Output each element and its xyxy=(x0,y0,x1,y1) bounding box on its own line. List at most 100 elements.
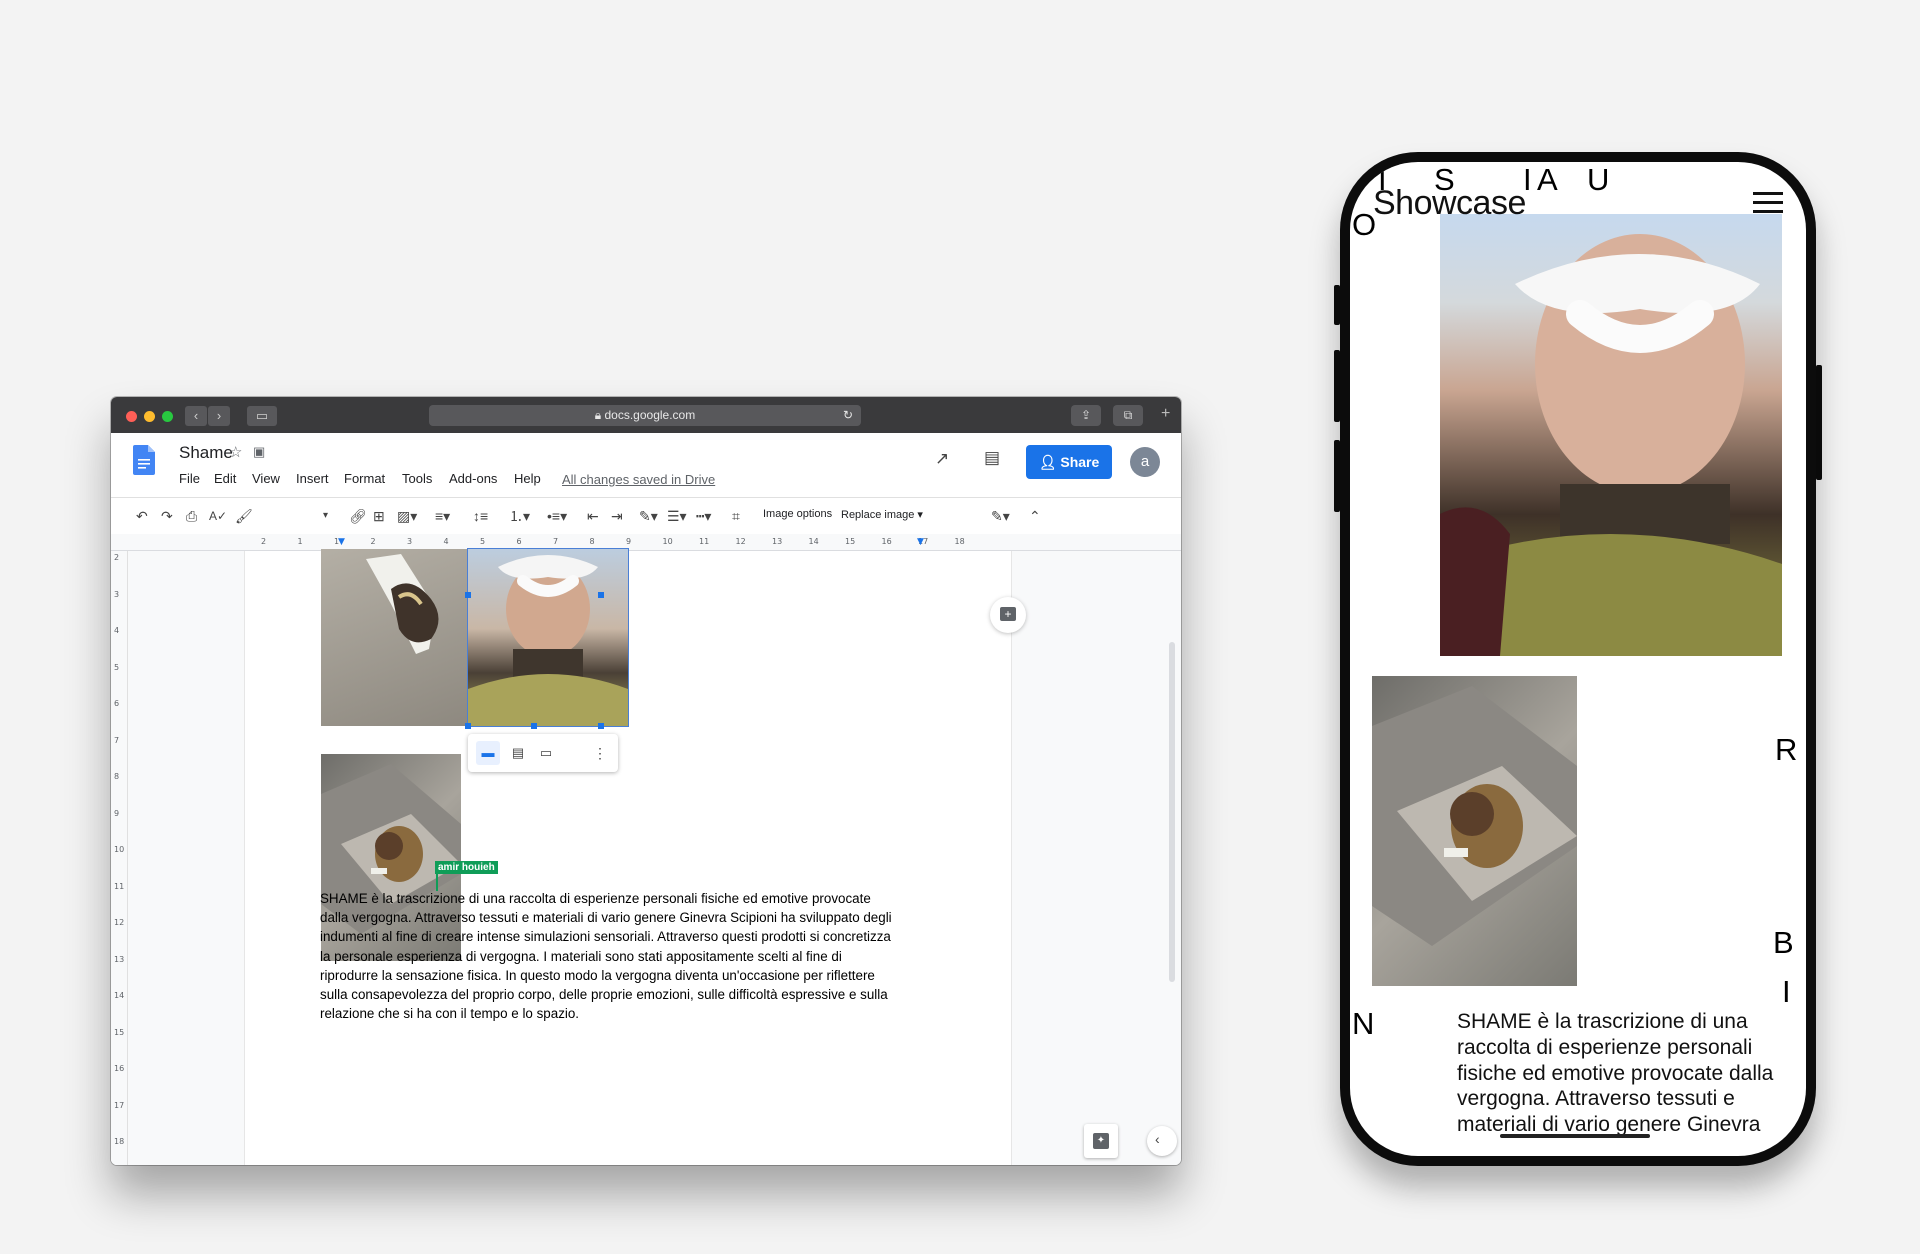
scattered-letter: N xyxy=(1352,1006,1375,1041)
ruler-tick-label: 2 xyxy=(370,537,376,546)
forward-icon[interactable]: › xyxy=(208,406,230,426)
resize-handle[interactable] xyxy=(598,592,604,598)
zoom-window-button[interactable] xyxy=(162,411,173,422)
resize-handle[interactable] xyxy=(465,723,471,729)
bulleted-list-icon[interactable]: •≡▾ xyxy=(547,506,567,526)
comment-history-icon[interactable]: ▤ xyxy=(984,448,1000,468)
ruler-tick-label: 13 xyxy=(114,954,125,964)
close-window-button[interactable] xyxy=(126,411,137,422)
ruler-tick-label: 7 xyxy=(114,735,120,745)
ruler-tick-label: 4 xyxy=(443,537,449,546)
spellcheck-icon[interactable]: A✓ xyxy=(209,506,227,526)
account-avatar[interactable]: a xyxy=(1130,447,1160,477)
scattered-letter: I xyxy=(1782,974,1791,1009)
document-title[interactable]: Shame xyxy=(179,443,233,463)
reload-icon[interactable]: ↻ xyxy=(843,405,853,426)
menu-view[interactable]: View xyxy=(252,471,280,486)
vertical-scrollbar[interactable] xyxy=(1169,642,1175,982)
resize-handle[interactable] xyxy=(465,592,471,598)
resize-handle[interactable] xyxy=(598,723,604,729)
address-bar[interactable]: 🔒︎ docs.google.com ↻ xyxy=(429,405,861,426)
scattered-letter: A xyxy=(1537,162,1558,197)
tabs-overview-icon[interactable]: ⧉ xyxy=(1113,405,1143,426)
star-icon[interactable]: ☆ xyxy=(229,443,242,461)
face-illustration xyxy=(468,555,628,726)
border-color-icon[interactable]: ✎▾ xyxy=(639,506,658,526)
numbered-list-icon[interactable]: ⒈▾ xyxy=(509,506,530,526)
ruler-tick-label: 8 xyxy=(589,537,595,546)
save-status[interactable]: All changes saved in Drive xyxy=(562,472,715,487)
hamburger-menu-icon[interactable] xyxy=(1753,192,1783,214)
document-page[interactable]: ▬ ▤ ▭ ⋮ amir houieh SHAME è la trascrizi… xyxy=(244,548,1012,1165)
insert-link-icon[interactable]: 🔗︎ xyxy=(349,506,367,526)
line-spacing-icon[interactable]: ↕≡ xyxy=(473,506,488,526)
paint-format-icon[interactable]: 🖌︎ xyxy=(235,506,253,526)
back-icon[interactable]: ‹ xyxy=(185,406,207,426)
indent-marker[interactable]: ▼ xyxy=(917,537,924,547)
image-face-cotton[interactable] xyxy=(467,548,629,727)
url-text: docs.google.com xyxy=(604,408,696,422)
menu-edit[interactable]: Edit xyxy=(214,471,236,486)
collapse-menus-icon[interactable]: ⌃ xyxy=(1029,506,1041,526)
align-icon[interactable]: ≡▾ xyxy=(435,506,450,526)
site-brand[interactable]: Showcase xyxy=(1373,184,1526,223)
ruler-tick-label: 14 xyxy=(114,991,125,1000)
activity-dashboard-icon[interactable]: ↗ xyxy=(935,449,949,469)
decrease-indent-icon[interactable]: ⇤ xyxy=(587,506,599,526)
break-text-icon[interactable]: ▭ xyxy=(534,741,558,765)
ruler-tick-label: 9 xyxy=(626,537,632,546)
image-options-button[interactable]: Image options xyxy=(763,508,832,520)
sidebar-icon[interactable]: ▭ xyxy=(247,406,277,426)
editing-mode-icon[interactable]: ✎▾ xyxy=(991,506,1010,526)
hero-image-face-cotton[interactable] xyxy=(1440,214,1782,656)
ruler-tick-label: 13 xyxy=(772,537,783,546)
share-sheet-icon[interactable]: ⇪ xyxy=(1071,405,1101,426)
undo-icon[interactable]: ↶ xyxy=(136,506,148,526)
ruler-tick-label: 15 xyxy=(845,537,856,546)
menu-file[interactable]: File xyxy=(179,471,200,486)
move-folder-icon[interactable]: ▣ xyxy=(253,444,265,460)
editing-toolbar: ↶ ↷ ⎙ A✓ 🖌︎ ▾ 🔗︎ ⊞ ▨▾ ≡▾ ↕≡ ⒈▾ •≡▾ ⇤ ⇥ ✎… xyxy=(111,497,1181,535)
ruler-tick-label: 17 xyxy=(114,1100,125,1110)
ruler-tick-label: 9 xyxy=(114,808,120,818)
menu-tools[interactable]: Tools xyxy=(402,471,432,486)
ruler-tick-label: 12 xyxy=(114,918,125,927)
new-tab-icon[interactable]: + xyxy=(1161,405,1170,423)
menu-format[interactable]: Format xyxy=(344,471,385,486)
border-dash-icon[interactable]: ┅▾ xyxy=(696,506,711,526)
replace-image-button[interactable]: Replace image ▾ xyxy=(841,508,923,521)
ruler-tick-label: 7 xyxy=(553,537,559,546)
more-options-icon[interactable]: ⋮ xyxy=(592,741,608,765)
document-paragraph[interactable]: SHAME è la trascrizione di una raccolta … xyxy=(320,889,894,1023)
ruler-tick-label: 18 xyxy=(114,1137,125,1146)
border-weight-icon[interactable]: ☰▾ xyxy=(667,506,687,526)
redo-icon[interactable]: ↷ xyxy=(161,506,173,526)
share-button[interactable]: 👤︎ Share xyxy=(1026,445,1112,479)
minimize-window-button[interactable] xyxy=(144,411,155,422)
print-icon[interactable]: ⎙ xyxy=(186,506,197,526)
resize-handle[interactable] xyxy=(531,723,537,729)
image-crouching-figure[interactable] xyxy=(1372,676,1577,986)
scattered-letter: U xyxy=(1587,162,1610,197)
crop-icon[interactable]: ⌗ xyxy=(732,506,740,526)
wrap-text-icon[interactable]: ▤ xyxy=(506,741,530,765)
home-indicator[interactable] xyxy=(1500,1134,1650,1138)
docs-logo-icon[interactable] xyxy=(133,445,155,475)
ruler-tick-label: 11 xyxy=(699,537,710,546)
increase-indent-icon[interactable]: ⇥ xyxy=(611,506,623,526)
add-comment-icon[interactable]: + xyxy=(990,597,1026,633)
menu-help[interactable]: Help xyxy=(514,471,541,486)
add-comment-toolbar-icon[interactable]: ⊞ xyxy=(373,506,385,526)
menu-addons[interactable]: Add-ons xyxy=(449,471,497,486)
font-size-dropdown-icon[interactable]: ▾ xyxy=(323,506,328,526)
ruler-tick-label: 10 xyxy=(114,845,125,854)
inline-wrap-icon[interactable]: ▬ xyxy=(476,741,500,765)
indent-marker[interactable]: ▼ xyxy=(338,537,345,547)
ruler-tick-label: 3 xyxy=(114,589,120,599)
insert-image-icon[interactable]: ▨▾ xyxy=(397,506,417,526)
horizontal-ruler[interactable]: 2 1 1 2 3 4 5 6 7 8 9 10 11 12 13 14 15 16 17 18 ▼ ▼ xyxy=(111,534,1181,551)
side-panel-toggle-icon[interactable]: ‹ xyxy=(1147,1126,1177,1156)
menu-insert[interactable]: Insert xyxy=(296,471,329,486)
explore-icon[interactable]: ✦ xyxy=(1084,1124,1118,1158)
vertical-ruler[interactable]: 2 3 4 5 6 7 8 9 10 11 12 13 14 15 16 17 18 xyxy=(111,551,128,1165)
